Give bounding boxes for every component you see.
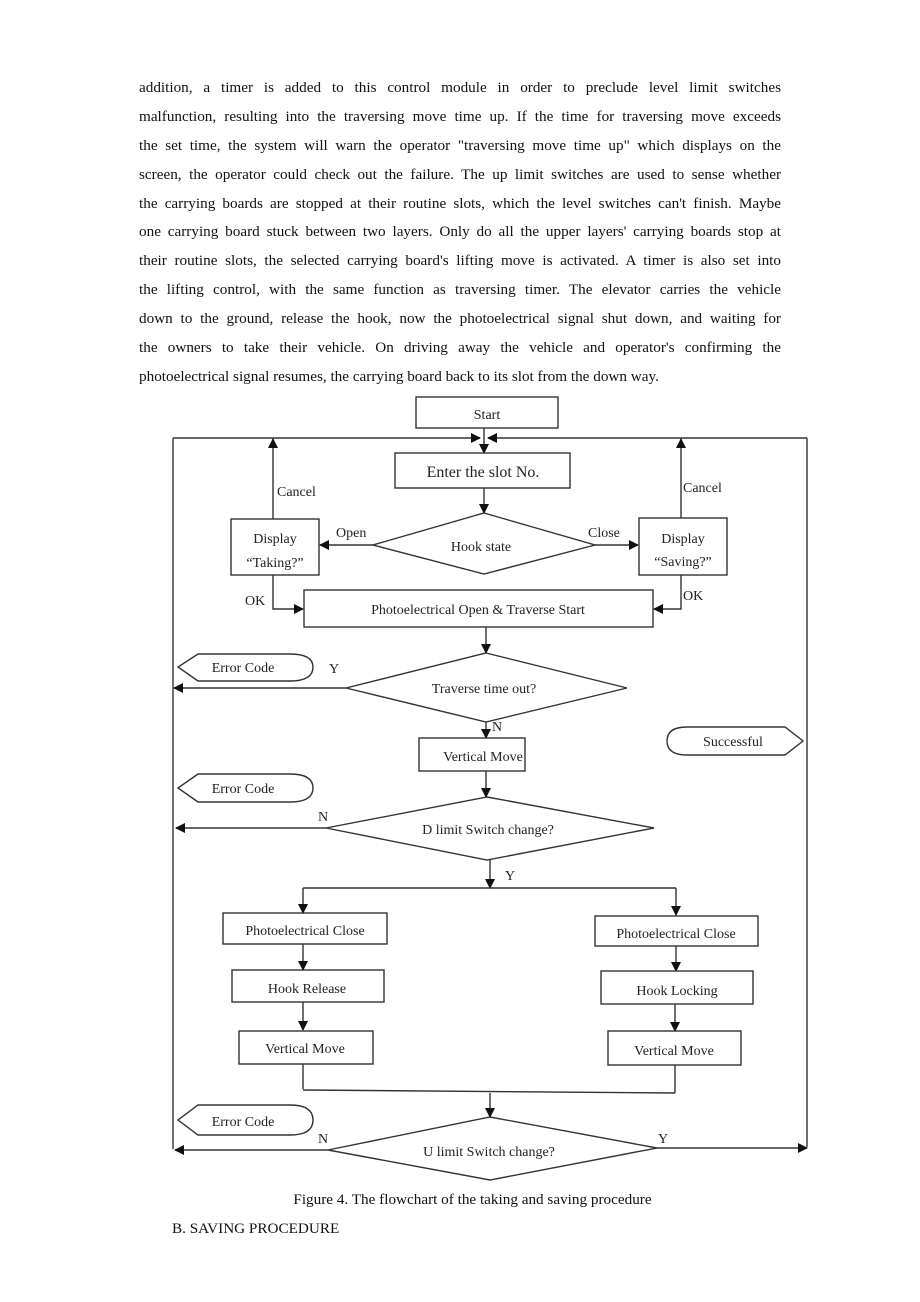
successful-label: Successful [703, 735, 763, 750]
figure-caption: Figure 4. The flowchart of the taking an… [293, 1191, 652, 1208]
hook-release-label: Hook Release [268, 982, 346, 997]
ok-left-label: OK [245, 594, 265, 609]
error-code-1-label: Error Code [212, 661, 275, 676]
y-label-1: Y [329, 662, 339, 677]
enter-slot-label: Enter the slot No. [427, 464, 540, 481]
d-limit-label: D limit Switch change? [422, 823, 554, 838]
open-label: Open [336, 526, 366, 541]
n-label-3: N [318, 1132, 328, 1147]
display-saving-label-2: “Saving?” [654, 555, 712, 570]
cancel-right-label: Cancel [683, 481, 722, 496]
display-saving-label-1: Display [661, 532, 705, 547]
section-heading: B. SAVING PROCEDURE [172, 1220, 340, 1237]
vertical-move-left-label: Vertical Move [265, 1042, 345, 1057]
vertical-move-1-label: Vertical Move [443, 750, 523, 765]
flowchart: Start Enter the slot No. Hook state Disp… [172, 396, 808, 1181]
arrow-ok-left [272, 575, 304, 614]
cancel-left-label: Cancel [277, 485, 316, 500]
ok-right-label: OK [683, 589, 703, 604]
photo-close-left-label: Photoelectrical Close [245, 924, 364, 939]
n-label-1: N [492, 720, 502, 735]
photo-close-right-label: Photoelectrical Close [616, 927, 735, 942]
merge-line [302, 1089, 676, 1094]
traverse-timeout-label: Traverse time out? [432, 682, 536, 697]
error-code-2-label: Error Code [212, 782, 275, 797]
hook-locking-label: Hook Locking [636, 984, 717, 999]
u-limit-label: U limit Switch change? [423, 1145, 555, 1160]
error-code-3-label: Error Code [212, 1115, 275, 1130]
photo-open-label: Photoelectrical Open & Traverse Start [371, 603, 585, 618]
hook-state-label: Hook state [451, 540, 511, 555]
close-label: Close [588, 526, 620, 541]
start-label: Start [474, 408, 501, 423]
y-label-3: Y [658, 1132, 668, 1147]
vertical-move-right-label: Vertical Move [634, 1044, 714, 1059]
n-label-2: N [318, 810, 328, 825]
display-taking-label-2: “Taking?” [246, 556, 303, 571]
display-taking-label-1: Display [253, 532, 297, 547]
y-label-2: Y [505, 869, 515, 884]
arrow-ok-right [653, 575, 682, 614]
